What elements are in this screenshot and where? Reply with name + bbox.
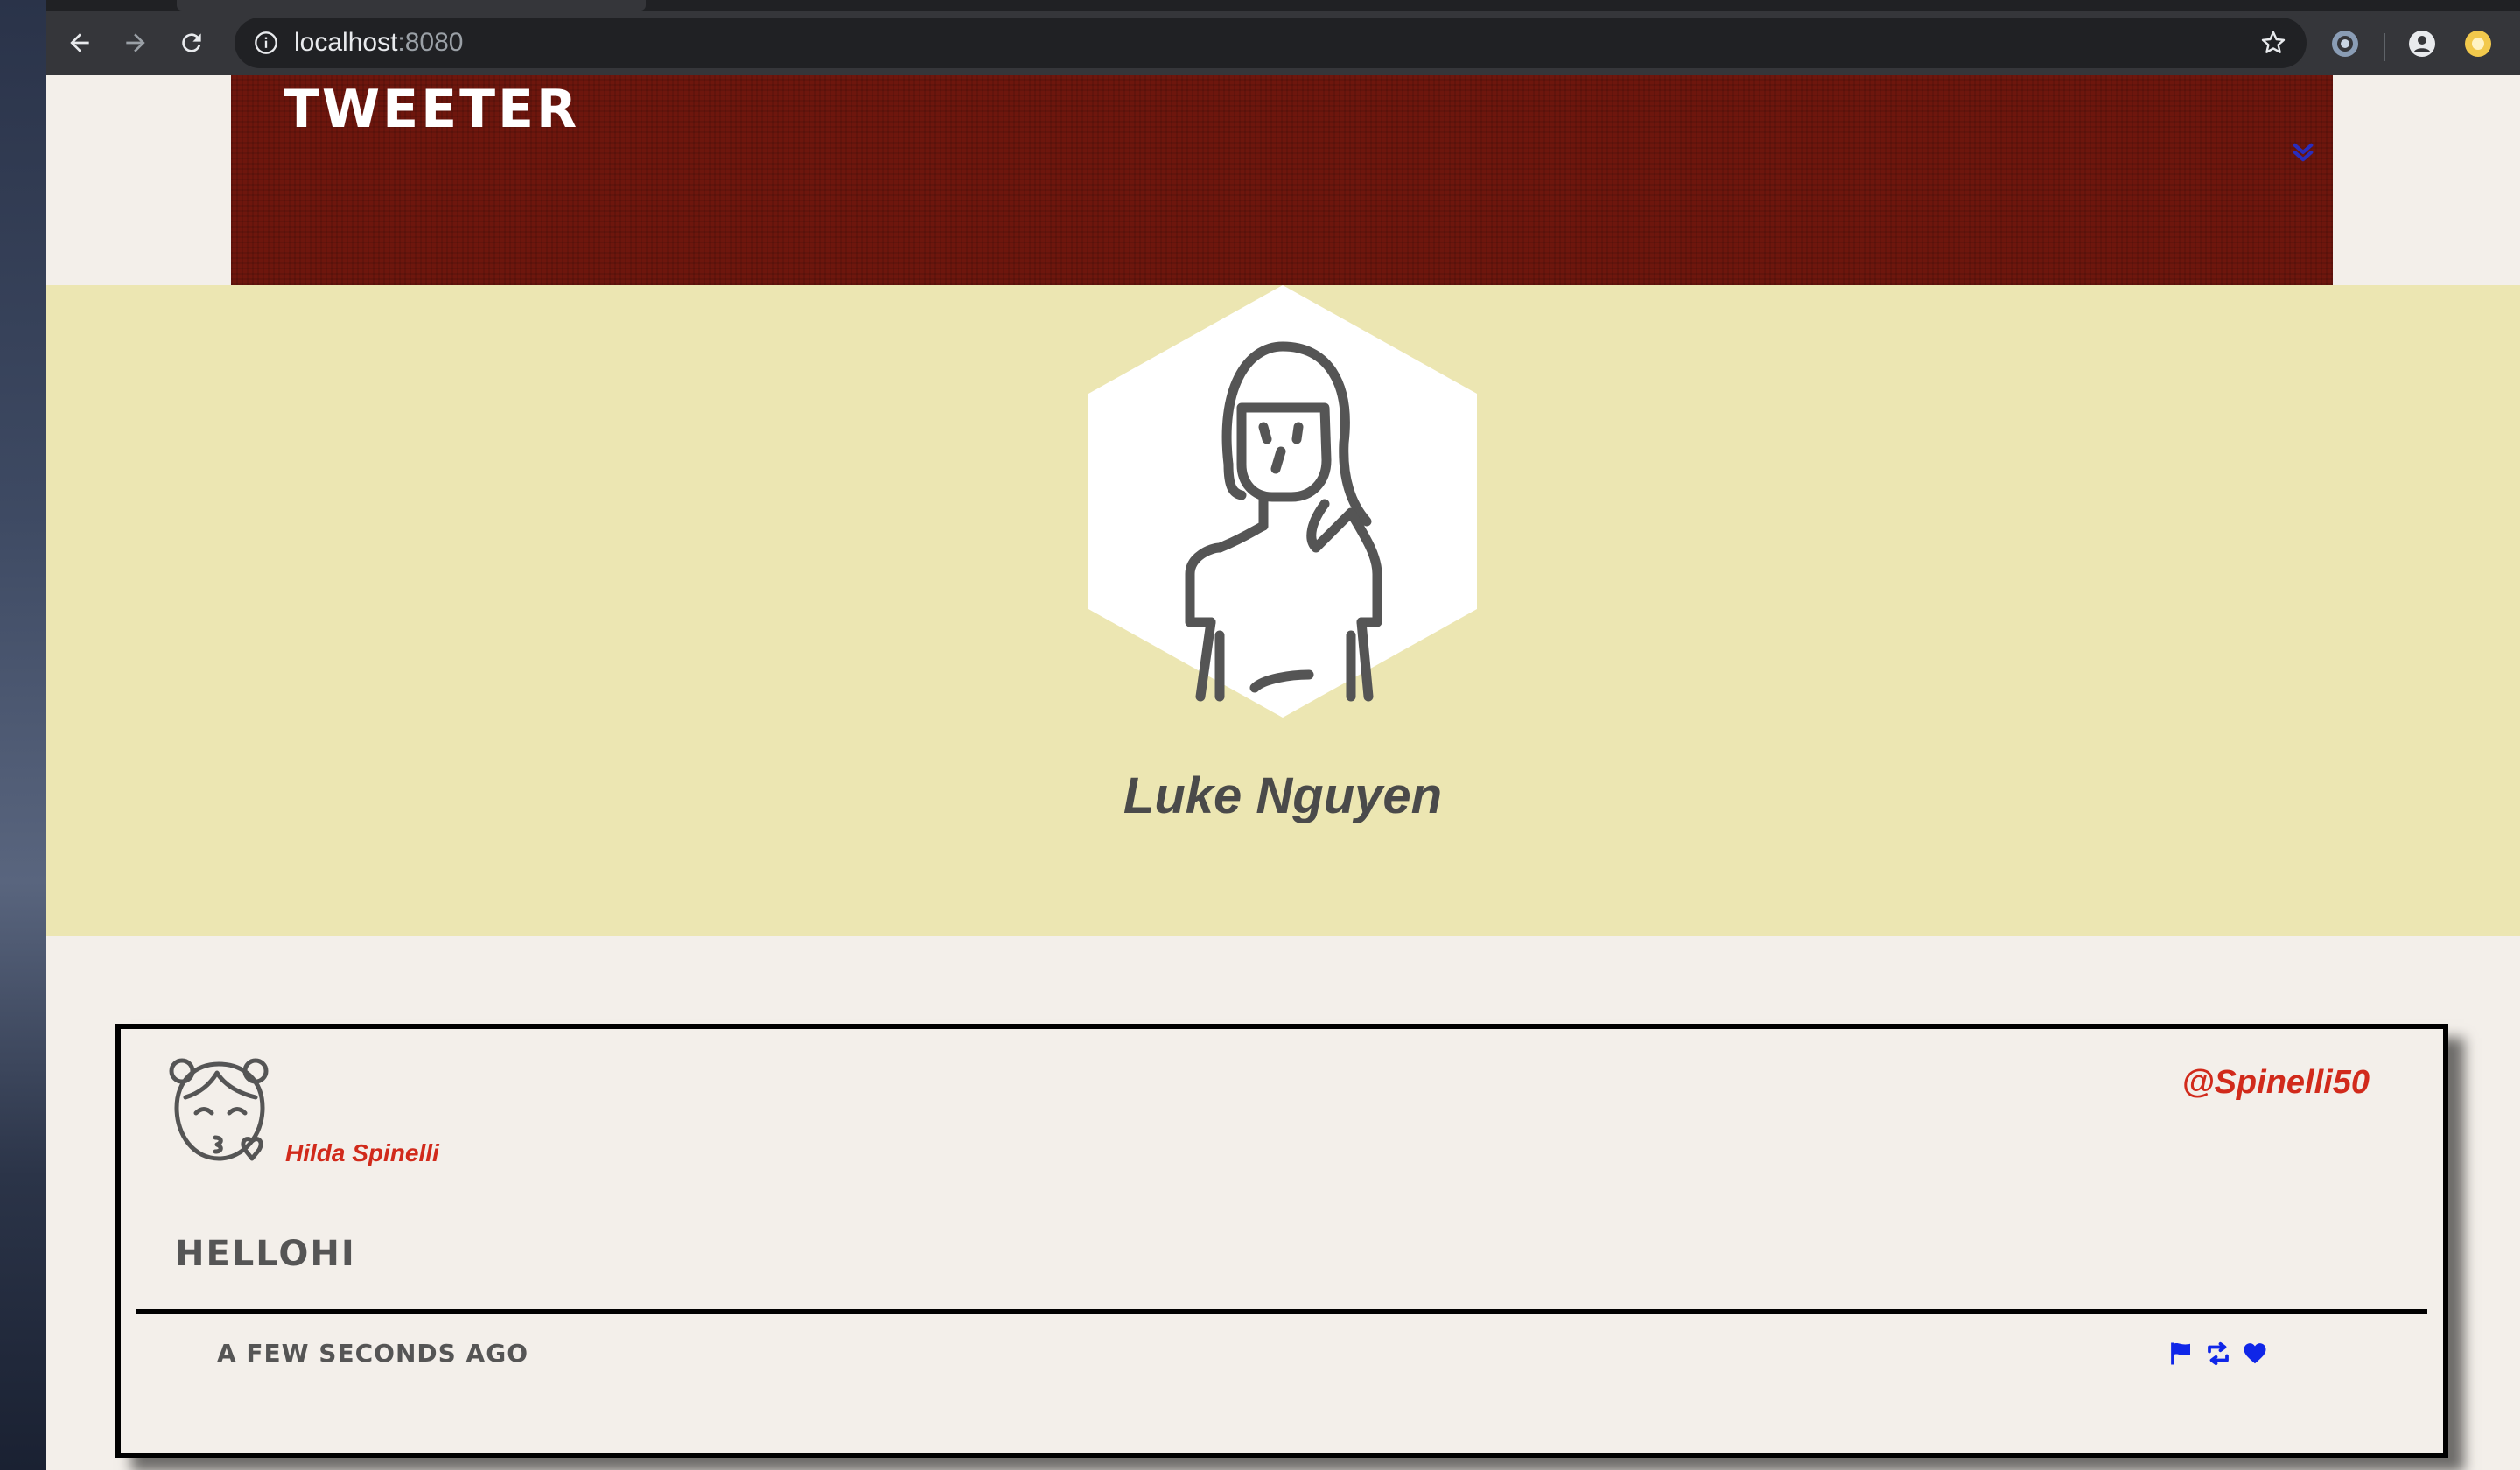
tab-strip bbox=[46, 0, 2520, 10]
retweet-icon[interactable] bbox=[2205, 1340, 2231, 1367]
reload-icon bbox=[182, 33, 201, 52]
back-button[interactable] bbox=[61, 24, 98, 61]
profile-name: Luke Nguyen bbox=[1123, 767, 1443, 824]
tweet-actions bbox=[2168, 1340, 2268, 1367]
reload-button[interactable] bbox=[173, 24, 210, 61]
url-host: localhost bbox=[294, 28, 398, 57]
back-icon bbox=[70, 33, 89, 52]
chevron-down-icon[interactable] bbox=[2291, 140, 2315, 164]
star-icon[interactable] bbox=[2259, 29, 2287, 57]
profile-avatar bbox=[1088, 285, 1477, 718]
heart-icon[interactable] bbox=[2242, 1340, 2268, 1367]
info-icon[interactable] bbox=[254, 31, 278, 55]
browser-toolbar: localhost:8080 bbox=[46, 10, 2520, 75]
tweet-author-avatar bbox=[169, 1058, 269, 1161]
site-logo[interactable]: TWEETER bbox=[284, 79, 579, 140]
profile-icon[interactable] bbox=[2408, 30, 2436, 58]
extension-icon[interactable] bbox=[2464, 30, 2492, 58]
url-port: :8080 bbox=[397, 28, 464, 57]
profile-section: Luke Nguyen bbox=[46, 285, 2520, 936]
tweet-timestamp: A FEW SECONDS AGO bbox=[217, 1339, 528, 1368]
address-bar[interactable]: localhost:8080 bbox=[234, 18, 2306, 68]
forward-button[interactable] bbox=[117, 24, 154, 61]
browser-tab[interactable] bbox=[177, 0, 646, 10]
tweet-card: Hilda Spinelli @Spinelli50 HELLOHI A FEW… bbox=[116, 1024, 2448, 1458]
url-text: localhost:8080 bbox=[294, 28, 463, 58]
browser-window: localhost:8080 TWEETER Luke Nguyen Hilda… bbox=[46, 0, 2520, 1470]
tweet-author-handle[interactable]: @Spinelli50 bbox=[2182, 1064, 2370, 1102]
page-content: TWEETER Luke Nguyen Hilda Spinelli @Spin… bbox=[46, 75, 2520, 1470]
toolbar-separator bbox=[2384, 33, 2385, 61]
tweet-text: HELLOHI bbox=[175, 1234, 356, 1274]
flag-icon[interactable] bbox=[2168, 1340, 2194, 1367]
extension-icon[interactable] bbox=[2331, 30, 2359, 58]
girl-kiss-avatar-icon bbox=[169, 1058, 269, 1161]
tweet-author-name[interactable]: Hilda Spinelli bbox=[285, 1139, 439, 1167]
site-header: TWEETER bbox=[231, 75, 2333, 285]
desktop-background bbox=[0, 0, 46, 1470]
tweet-divider bbox=[136, 1309, 2427, 1314]
forward-icon bbox=[126, 33, 145, 52]
